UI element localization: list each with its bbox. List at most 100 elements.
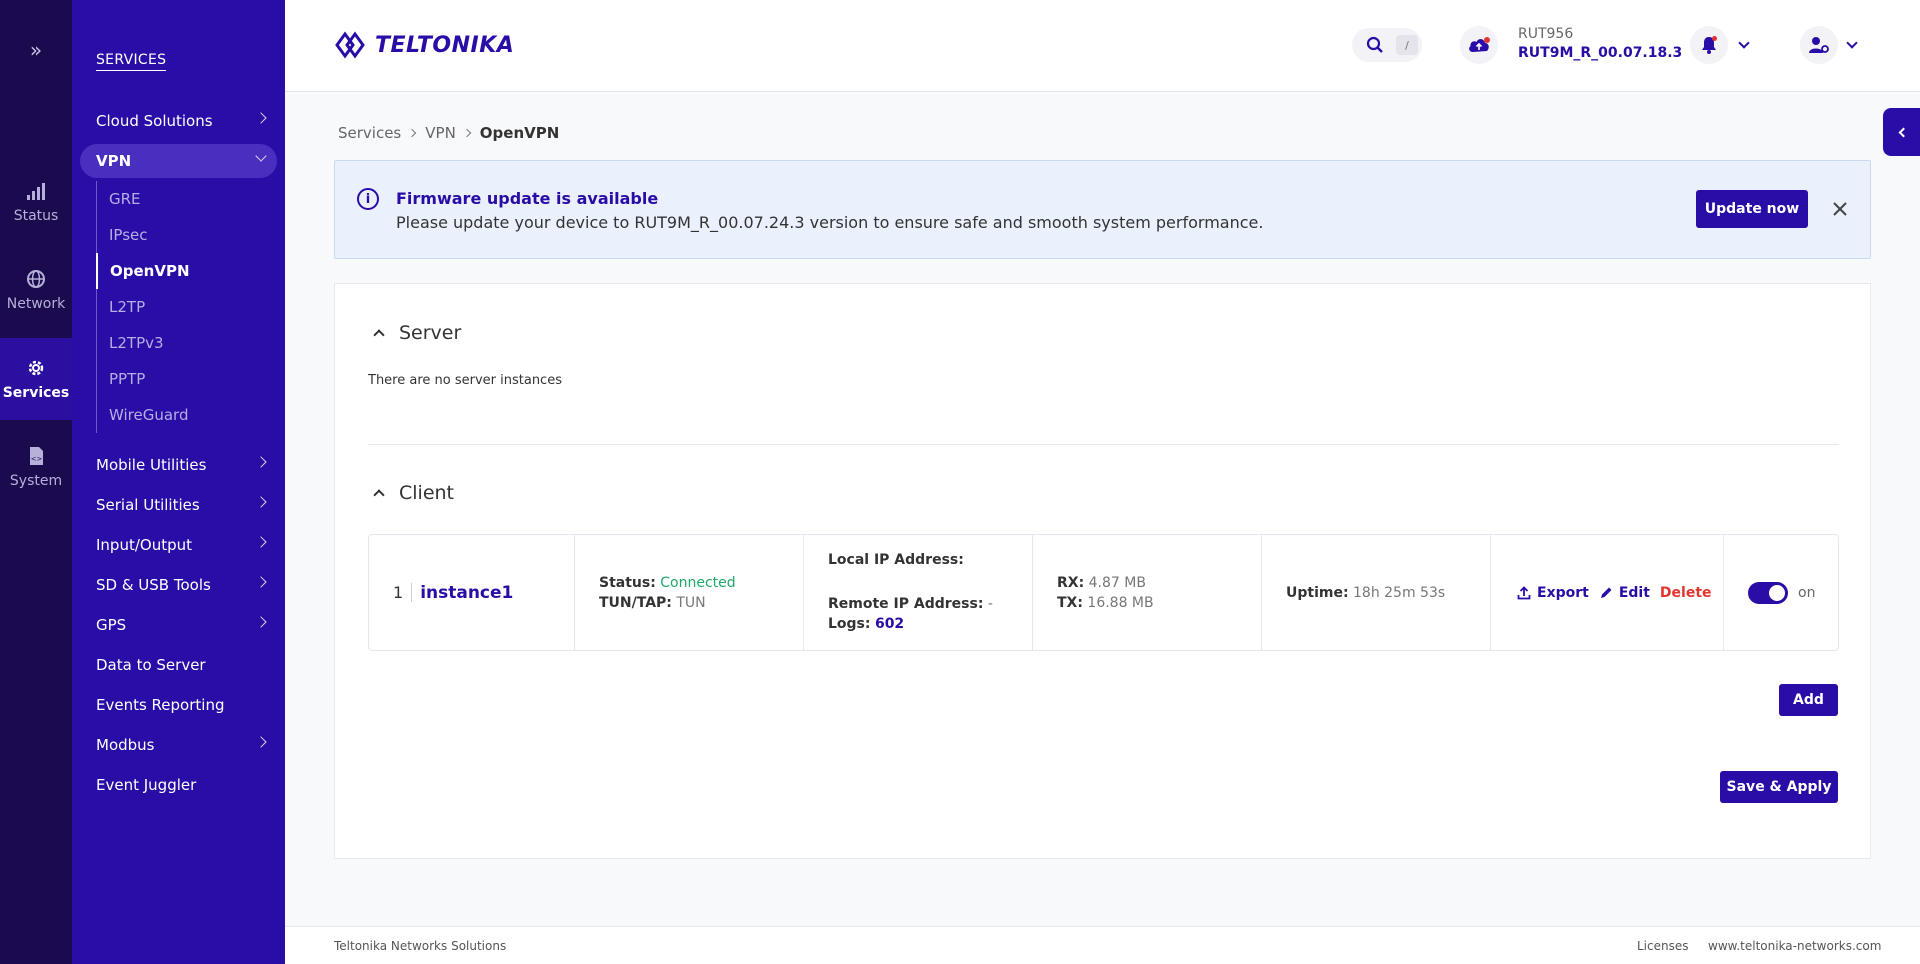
sub-item-openvpn[interactable]: OpenVPN: [96, 253, 246, 289]
search-button[interactable]: /: [1352, 28, 1422, 62]
server-section-title: Server: [399, 322, 462, 344]
local-ip-key: Local IP Address:: [828, 552, 964, 568]
chevron-right-icon: [255, 536, 267, 548]
nav-item-events-reporting[interactable]: Events Reporting: [80, 688, 277, 722]
firmware-version-link[interactable]: RUT9M_R_00.07.18.3: [1518, 45, 1682, 61]
instance-name-cell: 1 instance1: [369, 535, 575, 650]
delete-button[interactable]: Delete: [1660, 585, 1712, 601]
save-apply-button[interactable]: Save & Apply: [1720, 771, 1838, 803]
nav-label: SD & USB Tools: [96, 576, 211, 594]
nav-item-mobile-utilities[interactable]: Mobile Utilities: [80, 448, 277, 482]
search-shortcut-key: /: [1396, 35, 1418, 55]
instance-uptime-cell: Uptime: 18h 25m 53s: [1262, 535, 1491, 650]
nav-item-gps[interactable]: GPS: [80, 608, 277, 642]
uptime-value: 18h 25m 53s: [1353, 584, 1446, 601]
bell-icon: [1702, 36, 1717, 54]
footer-website-link[interactable]: www.teltonika-networks.com: [1708, 939, 1881, 953]
icon-rail: » Status Network Services <> System: [0, 0, 72, 964]
rail-label: Network: [6, 296, 66, 312]
chevron-right-icon: [408, 128, 417, 138]
rail-item-system[interactable]: <> System: [0, 426, 72, 508]
nav-label: Serial Utilities: [96, 496, 200, 514]
user-settings-icon: [1809, 37, 1829, 53]
instance-toggle-cell: on: [1724, 535, 1838, 650]
firmware-update-alert: i Firmware update is available Please up…: [334, 160, 1871, 259]
nav-item-modbus[interactable]: Modbus: [80, 728, 277, 762]
nav-label: Data to Server: [96, 656, 206, 674]
breadcrumb-vpn[interactable]: VPN: [425, 124, 456, 142]
nav-label: GPS: [96, 616, 127, 634]
sub-item-gre[interactable]: GRE: [97, 181, 246, 217]
chevron-right-icon: [255, 496, 267, 508]
teltonika-logo[interactable]: TELTONIKA: [335, 28, 514, 62]
nav-item-data-to-server[interactable]: Data to Server: [80, 648, 277, 682]
nav-item-cloud-solutions[interactable]: Cloud Solutions: [80, 104, 277, 138]
rail-label: Status: [13, 208, 59, 224]
rail-item-status[interactable]: Status: [0, 161, 72, 243]
nav-item-sd-usb-tools[interactable]: SD & USB Tools: [80, 568, 277, 602]
logs-count-link[interactable]: 602: [875, 616, 904, 632]
notification-bell-wrap: [1690, 26, 1728, 64]
chevron-right-icon: [462, 128, 472, 138]
sub-item-l2tp[interactable]: L2TP: [97, 289, 246, 325]
user-menu-button[interactable]: [1800, 26, 1870, 64]
user-avatar: [1800, 26, 1838, 64]
side-panel-toggle[interactable]: [1883, 108, 1920, 156]
gear-icon: [28, 360, 44, 376]
search-icon: [1366, 36, 1383, 53]
nav-label: Mobile Utilities: [96, 456, 207, 474]
vpn-submenu: GRE IPsec OpenVPN L2TP L2TPv3 PPTP WireG…: [96, 181, 246, 433]
nav-label: Events Reporting: [96, 696, 225, 714]
services-sidenav: SERVICES Cloud Solutions VPN GRE IPsec O…: [72, 0, 285, 964]
nav-label: Cloud Solutions: [96, 112, 213, 130]
update-now-button[interactable]: Update now: [1696, 190, 1808, 228]
nav-item-serial-utilities[interactable]: Serial Utilities: [80, 488, 277, 522]
rx-key: RX:: [1057, 575, 1085, 591]
nav-item-vpn[interactable]: VPN: [80, 144, 277, 178]
tun-tap-key: TUN/TAP:: [599, 595, 672, 611]
notifications-button[interactable]: [1690, 26, 1760, 64]
nav-label: Input/Output: [96, 536, 192, 554]
sub-item-l2tpv3[interactable]: L2TPv3: [97, 325, 246, 361]
breadcrumb-services[interactable]: Services: [338, 124, 401, 142]
sidenav-title: SERVICES: [96, 52, 167, 71]
instance-enable-toggle[interactable]: [1748, 581, 1788, 604]
tx-value: 16.88 MB: [1087, 595, 1154, 611]
rail-item-services[interactable]: Services: [0, 338, 72, 420]
sub-item-pptp[interactable]: PPTP: [97, 361, 246, 397]
chevron-right-icon: [255, 112, 267, 124]
svg-text:<>: <>: [31, 455, 43, 463]
upload-icon: [1517, 585, 1531, 599]
instance-name-link[interactable]: instance1: [420, 583, 513, 603]
rx-value: 4.87 MB: [1088, 575, 1146, 591]
server-section-toggle[interactable]: Server: [373, 322, 462, 344]
export-button[interactable]: Export: [1517, 585, 1589, 601]
client-section-title: Client: [399, 482, 455, 504]
sub-item-ipsec[interactable]: IPsec: [97, 217, 246, 253]
nav-item-event-juggler[interactable]: Event Juggler: [80, 768, 277, 802]
nav-item-input-output[interactable]: Input/Output: [80, 528, 277, 562]
rail-item-network[interactable]: Network: [0, 249, 72, 331]
remote-ip-value: -: [987, 596, 993, 612]
chevron-up-icon: [373, 489, 385, 501]
section-divider: [368, 444, 1839, 445]
expand-menu-icon[interactable]: »: [0, 32, 72, 68]
cloud-connect-button[interactable]: [1460, 26, 1498, 64]
footer-licenses-link[interactable]: Licenses: [1637, 939, 1689, 953]
sub-item-wireguard[interactable]: WireGuard: [97, 397, 246, 433]
cloud-upload-icon: [1469, 37, 1490, 52]
footer-company: Teltonika Networks Solutions: [334, 939, 507, 953]
rail-label: System: [9, 473, 63, 489]
nav-label: VPN: [96, 152, 132, 170]
edit-button[interactable]: Edit: [1599, 585, 1650, 601]
add-instance-button[interactable]: Add: [1779, 684, 1838, 716]
edit-label: Edit: [1618, 584, 1650, 601]
close-icon[interactable]: [1828, 197, 1852, 221]
client-section-toggle[interactable]: Client: [373, 482, 455, 504]
status-key: Status:: [599, 575, 656, 591]
rail-label: Services: [2, 385, 70, 401]
chevron-up-icon: [373, 329, 385, 341]
chevron-down-icon: [255, 150, 267, 162]
teltonika-mark-icon: [335, 31, 365, 59]
signal-bars-icon: [27, 183, 45, 200]
